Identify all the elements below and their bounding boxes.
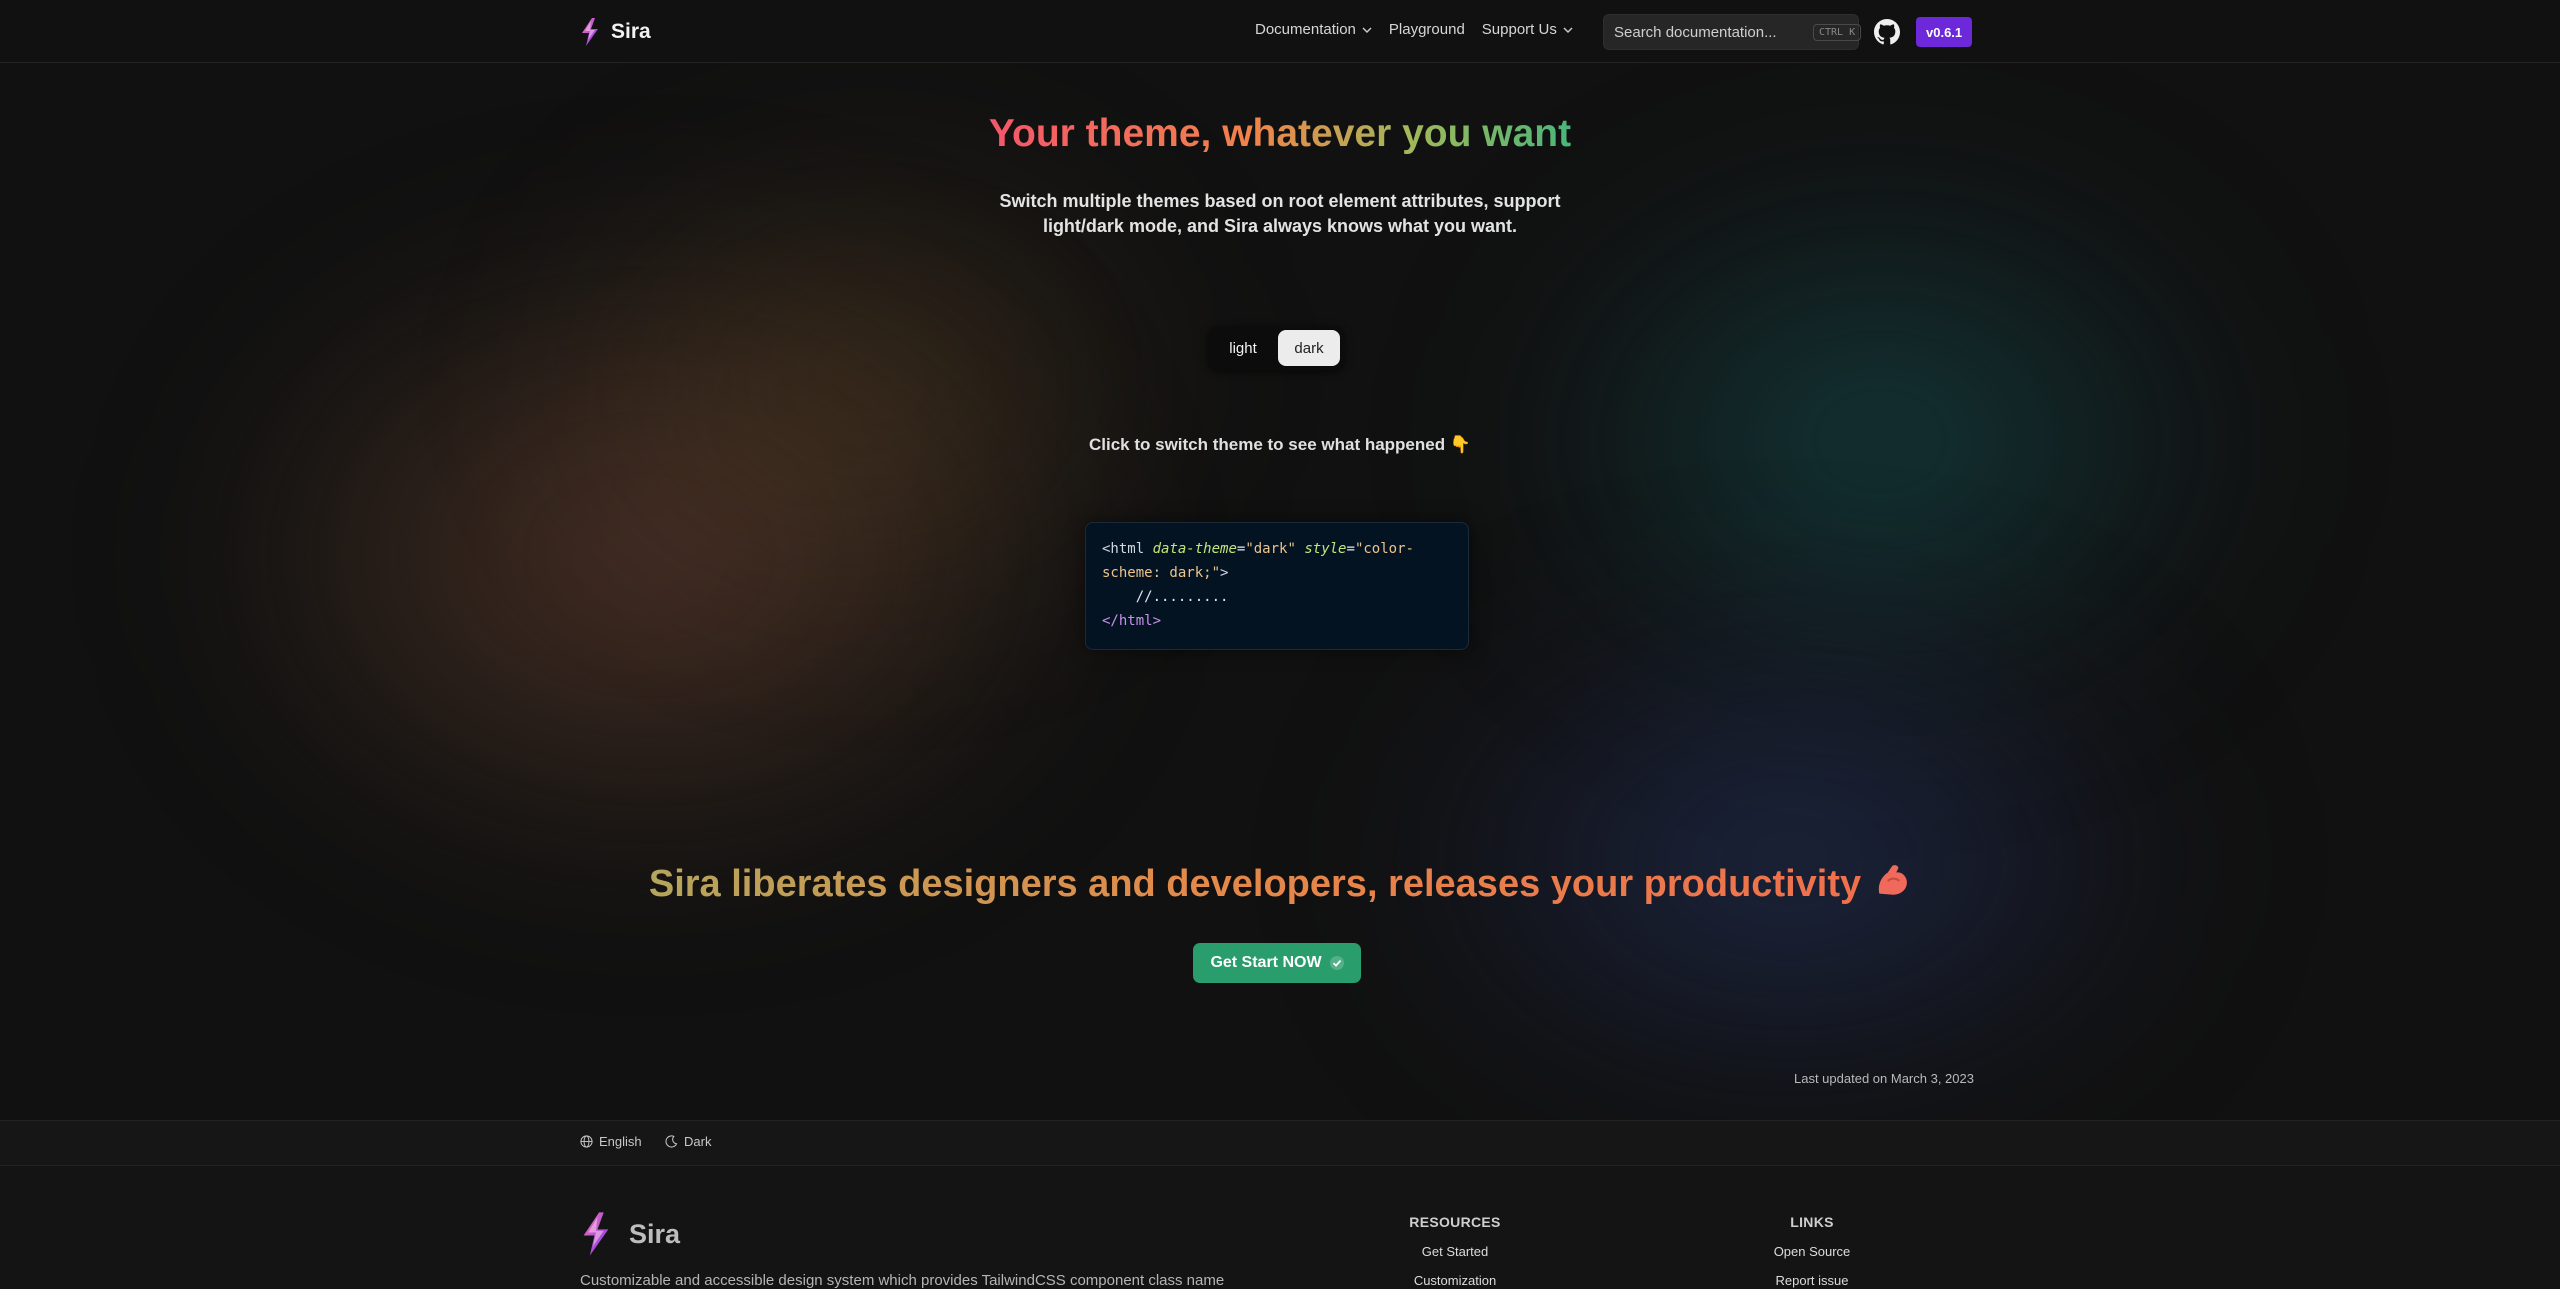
cta-title: Sira liberates designers and developers,… xyxy=(0,862,2560,906)
code-value-style: "color- xyxy=(1354,541,1414,557)
language-label: English xyxy=(599,1134,642,1149)
footer-resources: RESOURCES Get Started Customization xyxy=(1400,1214,1510,1288)
chevron-down-icon xyxy=(1563,27,1573,33)
top-navbar: Sira Documentation Playground Support Us… xyxy=(0,0,2560,63)
github-icon[interactable] xyxy=(1874,19,1900,45)
sira-logo-icon xyxy=(582,18,598,46)
search-shortcut: CTRL K xyxy=(1813,23,1862,41)
code-line-3: //......... xyxy=(1102,585,1452,609)
theme-option-dark[interactable]: dark xyxy=(1278,330,1340,366)
code-open-tag: <html xyxy=(1102,541,1145,557)
footer: Sira Customizable and accessible design … xyxy=(0,1166,2560,1289)
code-line-1: <html data-theme="dark" style="color- xyxy=(1102,541,1414,557)
theme-switcher[interactable]: Dark xyxy=(665,1134,711,1149)
footer-brand: Sira xyxy=(579,1210,680,1258)
footer-brand-name: Sira xyxy=(629,1218,681,1249)
code-close-tag: </html> xyxy=(1102,613,1162,629)
code-value-style-cont: scheme: dark;" xyxy=(1102,565,1221,581)
code-value-dark: "dark" xyxy=(1245,541,1296,557)
search-input[interactable] xyxy=(1614,23,1813,41)
footer-description: Customizable and accessible design syste… xyxy=(580,1272,1225,1289)
last-updated: Last updated on March 3, 2023 xyxy=(1794,1071,1974,1086)
theme-toggle: light dark xyxy=(1208,326,1344,370)
code-line-4: </html> xyxy=(1102,609,1452,633)
code-attr-data-theme: data-theme xyxy=(1152,541,1237,557)
globe-icon xyxy=(580,1135,593,1148)
switch-hint: Click to switch theme to see what happen… xyxy=(1088,435,1472,454)
code-open-end: > xyxy=(1220,565,1229,581)
check-icon xyxy=(1329,956,1344,970)
nav-documentation[interactable]: Documentation xyxy=(1255,21,1372,38)
chevron-down-icon xyxy=(1362,27,1372,33)
code-body: //......... xyxy=(1135,589,1229,605)
brand-name: Sira xyxy=(611,20,651,43)
glow-blue xyxy=(1380,600,2200,1120)
search-box[interactable]: CTRL K xyxy=(1603,14,1862,50)
hero-title: Your theme, whatever you want xyxy=(0,112,2560,156)
code-line-2: scheme: dark;"> xyxy=(1102,561,1452,585)
nav-documentation-label: Documentation xyxy=(1255,21,1356,38)
footer-links: LINKS Open Source Report issue xyxy=(1762,1214,1862,1288)
hero-subtitle: Switch multiple themes based on root ele… xyxy=(999,191,1561,236)
nav-support-us-label: Support Us xyxy=(1481,21,1557,38)
flexed-biceps-icon xyxy=(1878,865,1908,895)
nav-support-us[interactable]: Support Us xyxy=(1482,21,1573,38)
main-nav: Documentation Playground Support Us xyxy=(1255,21,1573,38)
code-attr-style: style xyxy=(1304,541,1347,557)
footer-link-customization[interactable]: Customization xyxy=(1400,1273,1510,1288)
footer-links-heading: LINKS xyxy=(1790,1214,1834,1230)
nav-playground-label: Playground xyxy=(1388,21,1465,38)
sira-logo-icon xyxy=(583,1212,609,1256)
hero-title-text: Your theme, whatever you want xyxy=(988,112,1572,155)
nav-playground[interactable]: Playground xyxy=(1389,21,1465,38)
moon-icon xyxy=(665,1135,678,1148)
cta-title-text: Sira liberates designers and developers,… xyxy=(648,863,1862,905)
locale-theme-bar: English Dark xyxy=(0,1120,2560,1166)
glow-warm xyxy=(200,230,1100,880)
footer-link-open-source[interactable]: Open Source xyxy=(1762,1244,1862,1259)
footer-link-report-issue[interactable]: Report issue xyxy=(1762,1273,1862,1288)
code-block: <html data-theme="dark" style="color- sc… xyxy=(1085,522,1469,650)
version-badge[interactable]: v0.6.1 xyxy=(1916,17,1973,47)
brand-home-link[interactable]: Sira xyxy=(579,17,651,47)
footer-link-get-started[interactable]: Get Started xyxy=(1400,1244,1510,1259)
language-switcher[interactable]: English xyxy=(580,1134,642,1149)
get-start-label: Get Start NOW xyxy=(1210,954,1322,971)
footer-resources-heading: RESOURCES xyxy=(1409,1214,1501,1230)
theme-label: Dark xyxy=(684,1134,712,1149)
theme-option-light[interactable]: light xyxy=(1212,330,1274,366)
get-start-button[interactable]: Get Start NOW xyxy=(1193,943,1361,983)
